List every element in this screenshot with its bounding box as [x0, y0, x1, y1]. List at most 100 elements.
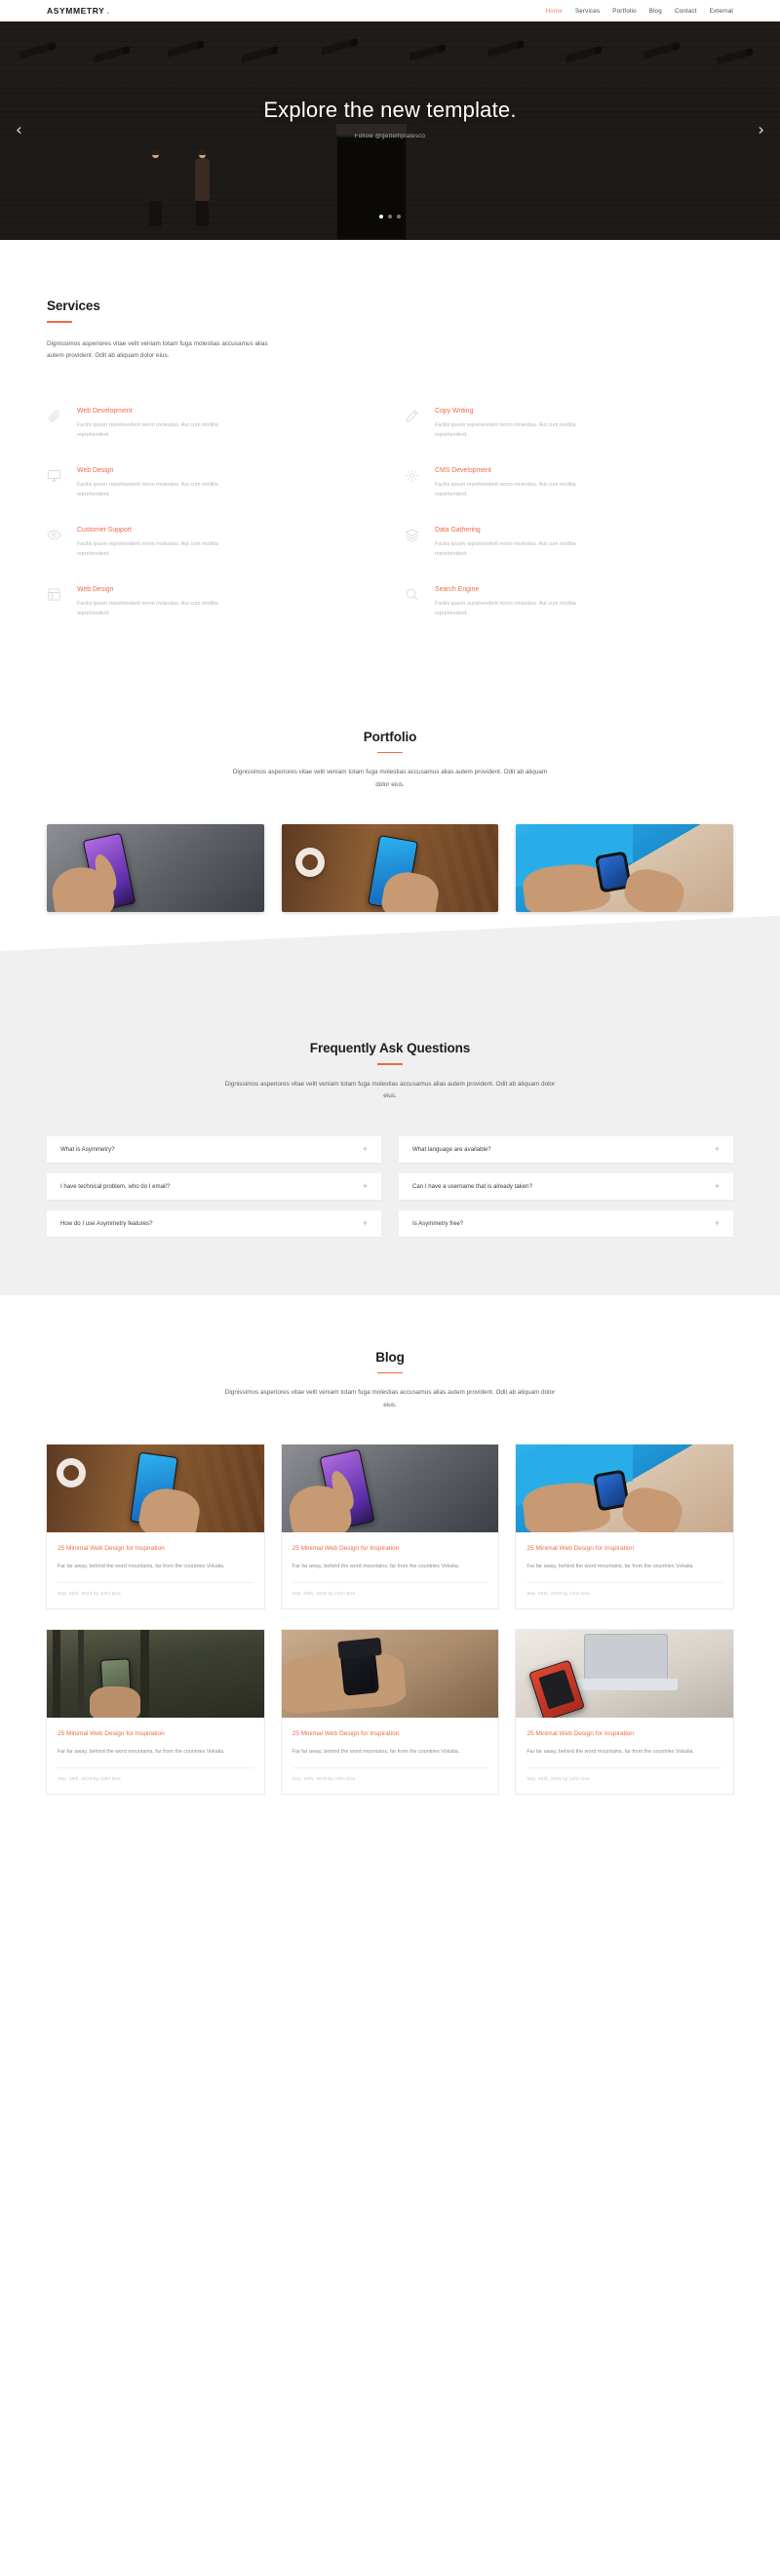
- post-thumbnail-red-phone-laptop: [516, 1630, 733, 1719]
- nav-item-services[interactable]: Services: [575, 8, 600, 15]
- faq-description: Dignissimos asperiores vitae velit venia…: [224, 1080, 556, 1100]
- service-item[interactable]: Customer Support Facilis ipsum reprehend…: [47, 527, 375, 559]
- post-title[interactable]: 25 Minimal Web Design for Inspiration: [292, 1544, 488, 1554]
- post-title[interactable]: 25 Minimal Web Design for Inspiration: [58, 1729, 254, 1739]
- service-item[interactable]: Web Development Facilis ipsum reprehende…: [47, 408, 375, 440]
- slider-dot-2[interactable]: [388, 215, 392, 218]
- post-thumbnail-forest-phone: [47, 1630, 264, 1719]
- blog-post-card[interactable]: 25 Minimal Web Design for Inspiration Fa…: [47, 1445, 264, 1609]
- faq-title-rule: [377, 1063, 403, 1065]
- hero-title: Explore the new template.: [263, 98, 517, 122]
- eye-icon: [47, 527, 63, 559]
- slider-next-arrow-icon[interactable]: ›: [758, 122, 764, 139]
- portfolio-item-phone-coffee[interactable]: [281, 824, 499, 913]
- plus-icon[interactable]: +: [363, 1218, 368, 1228]
- post-thumbnail-phone-coffee: [47, 1445, 264, 1533]
- nav-item-external[interactable]: External: [710, 8, 733, 15]
- faq-question: I have technical problem, who do I email…: [60, 1182, 171, 1190]
- monitor-icon: [47, 467, 63, 499]
- portfolio-item-smartwatch[interactable]: [516, 824, 733, 913]
- diagonal-divider: [0, 912, 780, 985]
- faq-item[interactable]: Can I have a username that is already ta…: [399, 1172, 733, 1200]
- service-title: Data Gathering: [435, 526, 481, 534]
- blog-title-rule: [377, 1371, 403, 1374]
- blog-post-card[interactable]: 25 Minimal Web Design for Inspiration Fa…: [516, 1630, 733, 1795]
- faq-grid: What is Asymmetry? + What language are a…: [47, 1135, 733, 1237]
- nav-item-contact[interactable]: Contact: [675, 8, 697, 15]
- plus-icon[interactable]: +: [363, 1181, 368, 1191]
- faq-question: What language are available?: [412, 1145, 491, 1153]
- post-thumbnail-smartwatch: [516, 1445, 733, 1533]
- hero-caption: Explore the new template. Follow @gettem…: [0, 21, 780, 240]
- post-title[interactable]: 25 Minimal Web Design for Inspiration: [58, 1544, 254, 1554]
- faq-item[interactable]: I have technical problem, who do I email…: [47, 1172, 381, 1200]
- nav-item-home[interactable]: Home: [546, 8, 563, 15]
- portfolio-section: Portfolio Dignissimos asperiores vitae v…: [0, 675, 780, 913]
- post-thumbnail-apple-watch: [281, 1630, 499, 1719]
- post-title[interactable]: 25 Minimal Web Design for Inspiration: [526, 1544, 722, 1554]
- post-excerpt: Far far away, behind the word mountains,…: [58, 1748, 225, 1755]
- blog-post-card[interactable]: 25 Minimal Web Design for Inspiration Fa…: [47, 1630, 264, 1795]
- nav-item-blog[interactable]: Blog: [649, 8, 662, 15]
- service-description: Facilis ipsum reprehenderit nemo molesti…: [77, 540, 218, 557]
- service-item[interactable]: Web Design Facilis ipsum reprehenderit n…: [47, 467, 375, 499]
- plus-icon[interactable]: +: [363, 1144, 368, 1154]
- service-item[interactable]: Data Gathering Facilis ipsum reprehender…: [405, 527, 733, 559]
- services-title-rule: [47, 321, 72, 323]
- pencil-icon: [405, 408, 421, 440]
- faq-item[interactable]: What is Asymmetry? +: [47, 1135, 381, 1163]
- faq-question: How do I use Asymmetry features?: [60, 1219, 153, 1227]
- plus-icon[interactable]: +: [715, 1218, 720, 1228]
- portfolio-title-rule: [377, 751, 403, 754]
- site-header: ASYMMETRY. Home Services Portfolio Blog …: [0, 0, 780, 21]
- layout-icon: [47, 586, 63, 618]
- faq-question: Can I have a username that is already ta…: [412, 1182, 532, 1190]
- service-description: Facilis ipsum reprehenderit nemo molesti…: [77, 421, 218, 438]
- service-title: Web Development: [77, 407, 133, 415]
- faq-item[interactable]: What language are available? +: [399, 1135, 733, 1163]
- brand-text: ASYMMETRY: [47, 6, 105, 16]
- service-item[interactable]: CMS Development Facilis ipsum reprehende…: [405, 467, 733, 499]
- service-item[interactable]: Copy Writing Facilis ipsum reprehenderit…: [405, 408, 733, 440]
- portfolio-item-phone-purple[interactable]: [47, 824, 264, 913]
- post-title[interactable]: 25 Minimal Web Design for Inspiration: [526, 1729, 722, 1739]
- service-description: Facilis ipsum reprehenderit nemo molesti…: [435, 540, 576, 557]
- post-thumbnail-phone-purple: [281, 1445, 499, 1533]
- portfolio-title: Portfolio: [363, 729, 417, 744]
- faq-item[interactable]: How do I use Asymmetry features? +: [47, 1209, 381, 1237]
- service-item[interactable]: Search Engine Facilis ipsum reprehenderi…: [405, 586, 733, 618]
- brand-dot: .: [106, 6, 110, 16]
- post-excerpt: Far far away, behind the word mountains,…: [58, 1563, 225, 1569]
- service-description: Facilis ipsum reprehenderit nemo molesti…: [435, 600, 576, 616]
- search-icon: [405, 586, 421, 618]
- portfolio-grid: [47, 824, 733, 913]
- service-item[interactable]: Web Design Facilis ipsum reprehenderit n…: [47, 586, 375, 618]
- brand-logo[interactable]: ASYMMETRY.: [47, 6, 109, 16]
- service-title: Web Design: [77, 585, 114, 593]
- service-title: Customer Support: [77, 526, 132, 534]
- service-description: Facilis ipsum reprehenderit nemo molesti…: [77, 481, 218, 497]
- post-meta: Sep. 29th, 2019 by John Doe: [58, 1582, 254, 1596]
- faq-section: Frequently Ask Questions Dignissimos asp…: [0, 984, 780, 1295]
- post-title[interactable]: 25 Minimal Web Design for Inspiration: [292, 1729, 488, 1739]
- services-description: Dignissimos asperiores vitae velit venia…: [47, 339, 268, 360]
- slider-prev-arrow-icon[interactable]: ‹: [16, 122, 22, 139]
- post-meta: Sep. 29th, 2019 by John Doe: [58, 1767, 254, 1781]
- service-title: Copy Writing: [435, 407, 474, 415]
- slider-dot-3[interactable]: [397, 215, 401, 218]
- plus-icon[interactable]: +: [715, 1181, 720, 1191]
- service-title: Web Design: [77, 466, 114, 474]
- blog-post-card[interactable]: 25 Minimal Web Design for Inspiration Fa…: [516, 1445, 733, 1609]
- slider-dot-1[interactable]: [379, 215, 383, 218]
- service-title: CMS Development: [435, 466, 491, 474]
- hero-subtitle: Follow @gettemplatesco: [354, 134, 426, 139]
- nav-item-portfolio[interactable]: Portfolio: [612, 8, 637, 15]
- plus-icon[interactable]: +: [715, 1144, 720, 1154]
- services-section: Services Dignissimos asperiores vitae ve…: [0, 240, 780, 675]
- layers-icon: [405, 527, 421, 559]
- blog-post-card[interactable]: 25 Minimal Web Design for Inspiration Fa…: [281, 1445, 499, 1609]
- services-title: Services: [47, 298, 100, 313]
- post-excerpt: Far far away, behind the word mountains,…: [526, 1563, 694, 1569]
- faq-item[interactable]: Is Asymmetry free? +: [399, 1209, 733, 1237]
- blog-post-card[interactable]: 25 Minimal Web Design for Inspiration Fa…: [281, 1630, 499, 1795]
